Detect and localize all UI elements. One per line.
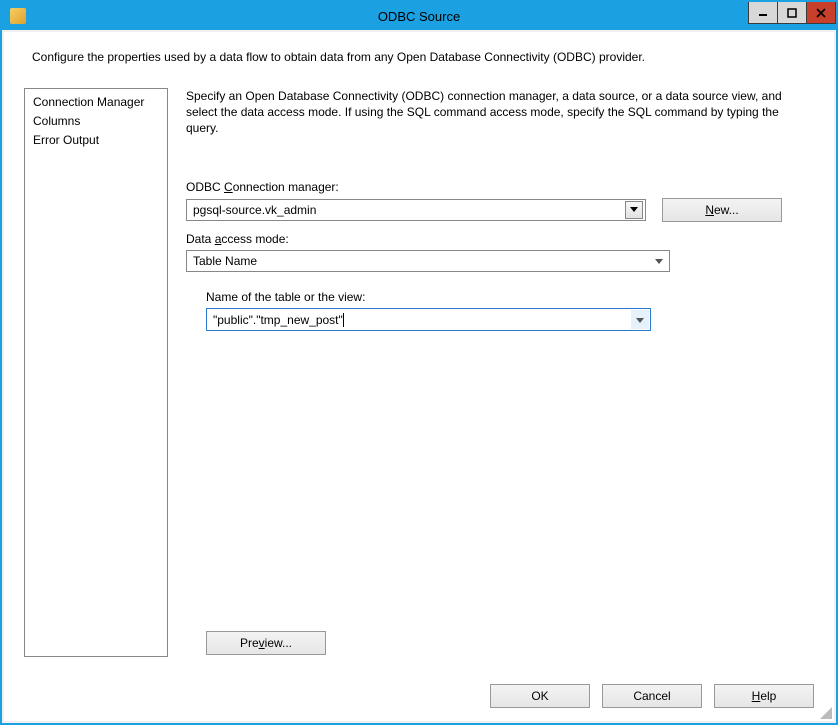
minimize-icon [758,8,768,18]
chevron-down-icon[interactable] [625,201,643,219]
dialog-window: ODBC Source Configure the properties use… [1,1,837,724]
dialog-description: Configure the properties used by a data … [4,32,834,88]
dialog-footer: OK Cancel Help [4,671,834,721]
maximize-button[interactable] [777,2,807,24]
close-button[interactable] [806,2,836,24]
data-access-mode-select[interactable]: Table Name [186,250,670,272]
sidebar-item-error-output[interactable]: Error Output [25,131,167,150]
dialog-body: Configure the properties used by a data … [2,30,836,723]
table-name-label: Name of the table or the view: [206,290,651,304]
dialog-inner: Configure the properties used by a data … [4,32,834,721]
table-name-value: "public"."tmp_new_post" [213,313,343,327]
sidebar-item-columns[interactable]: Columns [25,112,167,131]
connection-manager-value: pgsql-source.vk_admin [193,203,316,217]
preview-row: Preview... [186,631,814,657]
ok-button[interactable]: OK [490,684,590,708]
connection-manager-label: ODBC Connection manager: [186,180,814,194]
content-panel: Specify an Open Database Connectivity (O… [168,88,814,657]
minimize-button[interactable] [748,2,778,24]
data-access-mode-value: Table Name [193,254,257,268]
window-buttons [749,2,836,24]
connection-manager-combo[interactable]: pgsql-source.vk_admin [186,199,646,221]
cancel-button[interactable]: Cancel [602,684,702,708]
table-name-select[interactable]: "public"."tmp_new_post" [206,308,651,331]
text-cursor [343,313,344,327]
maximize-icon [787,8,797,18]
sidebar-item-connection-manager[interactable]: Connection Manager [25,93,167,112]
titlebar[interactable]: ODBC Source [2,2,836,30]
table-name-block: Name of the table or the view: "public".… [206,282,651,331]
window-title: ODBC Source [2,9,836,24]
main-pane: Connection Manager Columns Error Output … [4,88,834,671]
close-icon [816,8,826,18]
resize-grip[interactable] [818,705,832,719]
help-button[interactable]: Help [714,684,814,708]
panel-instruction: Specify an Open Database Connectivity (O… [186,88,814,136]
nav-sidebar: Connection Manager Columns Error Output [24,88,168,657]
chevron-down-icon [636,318,644,323]
new-button[interactable]: New... [662,198,782,222]
preview-button[interactable]: Preview... [206,631,326,655]
app-icon [10,8,26,24]
data-access-mode-label: Data access mode: [186,232,814,246]
